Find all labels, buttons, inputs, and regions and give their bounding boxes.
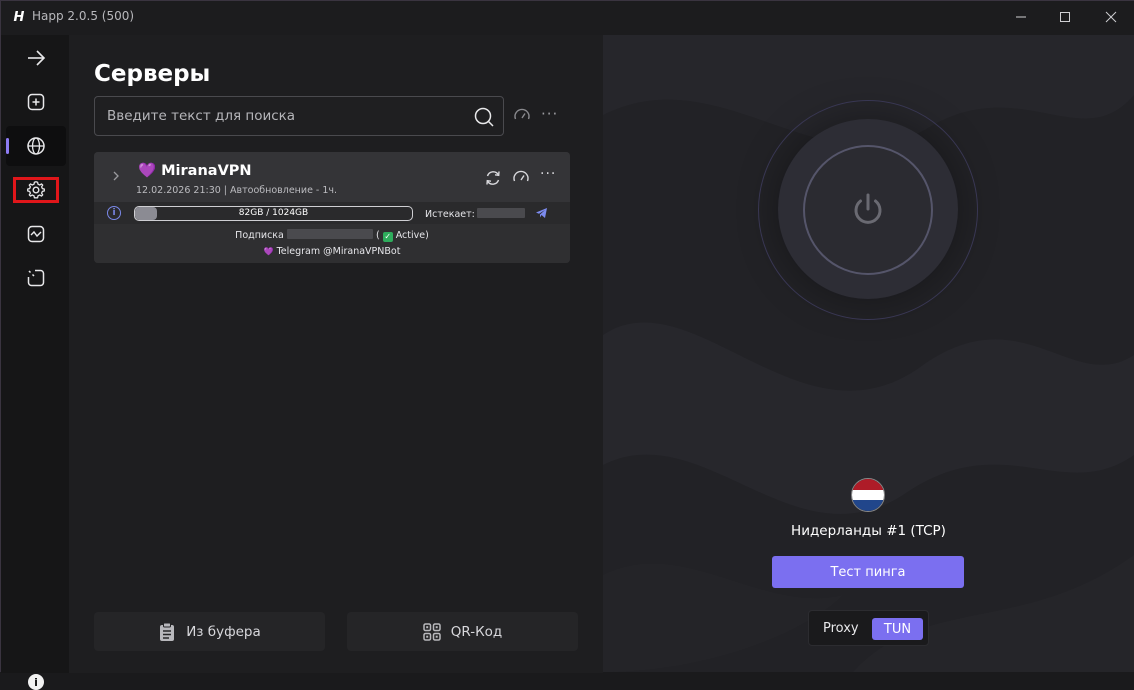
heart-icon: 💜 xyxy=(263,247,274,256)
search-icon[interactable] xyxy=(473,106,495,128)
info-icon[interactable]: i xyxy=(107,206,121,220)
qr-code-icon xyxy=(422,622,441,641)
subscription-more-button[interactable]: ··· xyxy=(540,166,556,182)
close-button[interactable] xyxy=(1089,1,1133,33)
app-logo: H xyxy=(13,9,25,25)
close-icon xyxy=(1105,11,1117,23)
subscription-usage-row: i 82GB / 1024GB Истекает: xyxy=(94,202,570,224)
ping-icon[interactable] xyxy=(512,169,530,187)
arrow-right-icon xyxy=(28,50,46,66)
selected-server-name[interactable]: Нидерланды #1 (TCP) xyxy=(603,523,1134,539)
expires-label: Истекает: xyxy=(425,209,475,220)
subscription-card[interactable]: 💜 MiranaVPN 12.02.2026 21:30 | Автообнов… xyxy=(94,152,570,263)
sidebar-item-settings[interactable] xyxy=(6,170,66,210)
sidebar: i xyxy=(1,35,69,690)
scan-qr-button[interactable]: QR-Код xyxy=(347,612,578,651)
status-paren: ( xyxy=(375,230,380,241)
connection-panel: Нидерланды #1 (TCP) Тест пинга Proxy TUN xyxy=(603,35,1134,672)
telegram-icon[interactable] xyxy=(535,207,548,219)
chevron-right-icon[interactable] xyxy=(111,170,121,186)
speedometer-icon[interactable] xyxy=(513,107,531,125)
title-bar: H Happ 2.0.5 (500) xyxy=(1,1,1134,35)
routing-icon xyxy=(27,269,45,287)
telegram-line: 💜 Telegram @MiranaVPNBot xyxy=(94,246,570,257)
sidebar-item-add[interactable] xyxy=(6,82,66,122)
gear-icon xyxy=(27,181,45,199)
window-title: Happ 2.0.5 (500) xyxy=(32,9,135,23)
search-input[interactable]: Введите текст для поиска xyxy=(94,96,504,136)
mode-toggle[interactable]: Proxy TUN xyxy=(808,610,929,646)
maximize-button[interactable] xyxy=(1043,1,1087,33)
subscription-meta: 12.02.2026 21:30 | Автообновление - 1ч. xyxy=(136,185,338,196)
netherlands-flag-icon xyxy=(851,478,885,512)
flag-stripe-white xyxy=(852,489,884,501)
mode-tun-option[interactable]: TUN xyxy=(872,618,923,640)
subscription-status-line: Подписка ( ✓ Active) xyxy=(94,229,570,242)
import-clipboard-button[interactable]: Из буфера xyxy=(94,612,325,651)
more-options-button[interactable]: ··· xyxy=(541,105,558,123)
minimize-icon xyxy=(1016,16,1026,18)
subscription-header[interactable]: 💜 MiranaVPN 12.02.2026 21:30 | Автообнов… xyxy=(94,152,570,202)
telegram-contact[interactable]: Telegram @MiranaVPNBot xyxy=(277,246,401,257)
clipboard-icon xyxy=(160,622,175,641)
ping-test-button[interactable]: Тест пинга xyxy=(772,556,964,588)
traffic-progress-bar: 82GB / 1024GB xyxy=(134,206,413,221)
check-icon: ✓ xyxy=(382,232,393,242)
maximize-icon xyxy=(1060,12,1070,22)
globe-icon xyxy=(27,137,45,155)
power-icon xyxy=(854,193,882,224)
page-title: Серверы xyxy=(94,61,211,87)
heart-icon: 💜 xyxy=(138,163,157,179)
sidebar-item-statistics[interactable] xyxy=(6,214,66,254)
about-info-button[interactable]: i xyxy=(28,674,44,690)
redacted-date xyxy=(476,208,525,218)
add-icon xyxy=(27,93,45,111)
search-placeholder: Введите текст для поиска xyxy=(107,108,296,124)
refresh-icon[interactable] xyxy=(484,169,502,187)
redacted-subscription-id xyxy=(286,229,373,239)
subscription-title: MiranaVPN xyxy=(161,163,252,179)
subscription-status: Active) xyxy=(395,230,429,241)
import-clipboard-label: Из буфера xyxy=(186,623,261,640)
sidebar-item-connect[interactable] xyxy=(6,38,66,78)
activity-icon xyxy=(27,225,45,243)
subscription-prefix: Подписка xyxy=(235,230,284,241)
sidebar-item-servers[interactable] xyxy=(6,126,66,166)
scan-qr-label: QR-Код xyxy=(450,623,503,640)
expires-row: Истекает: xyxy=(425,208,525,220)
traffic-label: 82GB / 1024GB xyxy=(238,208,309,218)
minimize-button[interactable] xyxy=(999,1,1043,33)
servers-panel: Серверы Введите текст для поиска ··· 💜 M… xyxy=(69,35,603,673)
subscription-name: 💜 MiranaVPN xyxy=(138,162,252,179)
sidebar-item-routing[interactable] xyxy=(6,258,66,298)
power-button[interactable] xyxy=(803,145,933,275)
subscription-footer: Подписка ( ✓ Active) 💜 Telegram @MiranaV… xyxy=(94,224,570,263)
app-window: H Happ 2.0.5 (500) i Серверы Введите тек… xyxy=(0,0,1134,690)
mode-proxy-option[interactable]: Proxy xyxy=(823,621,859,636)
